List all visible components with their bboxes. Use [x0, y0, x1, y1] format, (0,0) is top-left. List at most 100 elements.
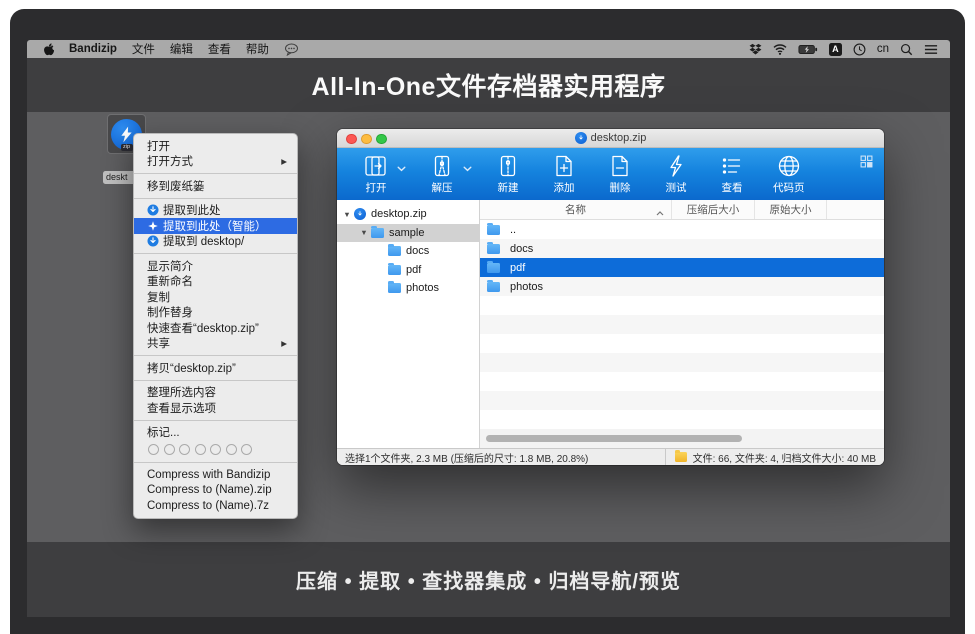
- menu-item[interactable]: 打开: [134, 138, 297, 154]
- menu-item[interactable]: Compress to (Name).7z: [134, 498, 297, 514]
- submenu-arrow-icon: ▶: [281, 339, 289, 348]
- menu-separator: [134, 253, 297, 254]
- sort-ascending-icon: [656, 207, 664, 219]
- toolbar-button-view-list[interactable]: 查看: [717, 153, 747, 195]
- disclosure-triangle-icon[interactable]: ▼: [342, 210, 352, 219]
- menu-item[interactable]: 重新命名: [134, 274, 297, 290]
- menu-item[interactable]: 整理所选内容: [134, 385, 297, 401]
- menu-item[interactable]: 提取到此处: [134, 203, 297, 219]
- clock-icon[interactable]: [853, 43, 866, 56]
- menu-item[interactable]: 共享 ▶: [134, 336, 297, 352]
- toolbar-button-add-file[interactable]: 添加: [549, 153, 579, 195]
- menu-item[interactable]: 标记...: [134, 425, 297, 441]
- file-row-pdf[interactable]: pdf: [480, 258, 884, 277]
- menu-separator: [134, 198, 297, 199]
- window-titlebar[interactable]: desktop.zip: [337, 129, 884, 148]
- hero-title: All-In-One文件存档器实用程序: [312, 67, 666, 103]
- close-button[interactable]: [346, 134, 357, 145]
- file-name-label: docs: [510, 243, 533, 255]
- tree-item-docs[interactable]: docs: [337, 242, 479, 261]
- input-source-icon[interactable]: A: [829, 43, 842, 56]
- tree-item-label: docs: [406, 245, 429, 257]
- menu-item[interactable]: 复制: [134, 289, 297, 305]
- tree-item-label: desktop.zip: [371, 208, 427, 220]
- zoom-button[interactable]: [376, 134, 387, 145]
- folder-icon: [371, 228, 384, 238]
- tag-color-circle[interactable]: [210, 444, 221, 455]
- zip-badge: zip: [120, 144, 132, 151]
- tag-color-circle[interactable]: [195, 444, 206, 455]
- layout-panes-icon[interactable]: [860, 155, 873, 173]
- minimize-button[interactable]: [361, 134, 372, 145]
- menu-item[interactable]: 快速查看“desktop.zip”: [134, 320, 297, 336]
- menu-item[interactable]: 提取到此处（智能）: [134, 218, 297, 234]
- file-row-docs[interactable]: docs: [480, 239, 884, 258]
- tag-color-circle[interactable]: [226, 444, 237, 455]
- folder-icon: [388, 265, 401, 275]
- delete-file-icon: [607, 153, 633, 179]
- menu-item-label: Compress to (Name).7z: [147, 500, 269, 512]
- tree-item-pdf[interactable]: pdf: [337, 261, 479, 280]
- apple-menu-icon[interactable]: [41, 42, 54, 56]
- menu-item[interactable]: 提取到 desktop/: [134, 234, 297, 250]
- dropbox-icon[interactable]: [749, 43, 762, 56]
- submenu-arrow-icon: ▶: [281, 157, 289, 166]
- menu-item[interactable]: 移到废纸篓: [134, 178, 297, 194]
- menu-item[interactable]: 拷贝“desktop.zip”: [134, 360, 297, 376]
- scrollbar-thumb[interactable]: [486, 435, 742, 442]
- menu-item-label: 整理所选内容: [147, 384, 216, 400]
- menu-item[interactable]: 查看显示选项: [134, 400, 297, 416]
- language-indicator[interactable]: cn: [877, 43, 889, 55]
- column-header-3[interactable]: 原始大小: [755, 200, 827, 219]
- column-header-1[interactable]: 名称: [480, 200, 672, 219]
- tag-color-circle[interactable]: [241, 444, 252, 455]
- wifi-icon[interactable]: [773, 44, 787, 55]
- notification-center-icon[interactable]: [924, 44, 938, 55]
- speech-bubble-icon[interactable]: [284, 43, 299, 56]
- folder-icon: [487, 263, 500, 273]
- tag-color-circle[interactable]: [164, 444, 175, 455]
- toolbar-button-open[interactable]: 打开: [361, 153, 391, 195]
- tree-item-photos[interactable]: photos: [337, 279, 479, 298]
- menu-item[interactable]: 打开方式▶: [134, 154, 297, 170]
- horizontal-scrollbar[interactable]: [480, 429, 884, 448]
- menubar-app-name[interactable]: Bandizip: [69, 43, 117, 55]
- desktop-icon-label[interactable]: deskt: [103, 171, 136, 184]
- menu-item-label: 制作替身: [147, 304, 193, 320]
- folder-icon: [487, 244, 500, 254]
- file-row-photos[interactable]: photos: [480, 277, 884, 296]
- file-row--[interactable]: ..: [480, 220, 884, 239]
- tag-color-row: [134, 440, 297, 458]
- menu-item[interactable]: Compress to (Name).zip: [134, 483, 297, 499]
- column-header-empty[interactable]: [827, 200, 884, 219]
- toolbar-button-new-archive[interactable]: 新建: [493, 153, 523, 195]
- tag-color-circle[interactable]: [179, 444, 190, 455]
- file-name-label: photos: [510, 281, 543, 293]
- toolbar-button-delete-file[interactable]: 删除: [605, 153, 635, 195]
- search-icon[interactable]: [900, 43, 913, 56]
- window-content: ▼desktop.zip▼sampledocspdfphotos 名称压缩后大小…: [337, 200, 884, 448]
- test-bolt-icon: [663, 153, 689, 179]
- toolbar-button-test-bolt[interactable]: 测试: [661, 153, 691, 195]
- statusbar-divider: [665, 449, 666, 465]
- toolbar-button-label: 查看: [722, 180, 743, 195]
- menubar-item[interactable]: 文件: [132, 41, 155, 57]
- menubar-item[interactable]: 编辑: [170, 41, 193, 57]
- toolbar-button-codepage-globe[interactable]: 代码页: [773, 153, 805, 195]
- menubar-item[interactable]: 查看: [208, 41, 231, 57]
- menu-item-label: 共享: [147, 335, 170, 351]
- chevron-down-icon[interactable]: [463, 163, 472, 175]
- toolbar-button-unzip[interactable]: 解压: [427, 153, 457, 195]
- tree-item-desktop-zip[interactable]: ▼ desktop.zip: [337, 205, 479, 224]
- column-header-2[interactable]: 压缩后大小: [672, 200, 755, 219]
- menu-item[interactable]: 显示简介: [134, 258, 297, 274]
- chevron-down-icon[interactable]: [397, 163, 406, 175]
- battery-icon[interactable]: [798, 44, 818, 55]
- new-archive-icon: [495, 153, 521, 179]
- menu-item[interactable]: 制作替身: [134, 305, 297, 321]
- menubar-item[interactable]: 帮助: [246, 41, 269, 57]
- menu-item[interactable]: Compress with Bandizip: [134, 467, 297, 483]
- tree-item-sample[interactable]: ▼sample: [337, 224, 479, 243]
- tag-color-circle[interactable]: [148, 444, 159, 455]
- disclosure-triangle-icon[interactable]: ▼: [359, 228, 369, 237]
